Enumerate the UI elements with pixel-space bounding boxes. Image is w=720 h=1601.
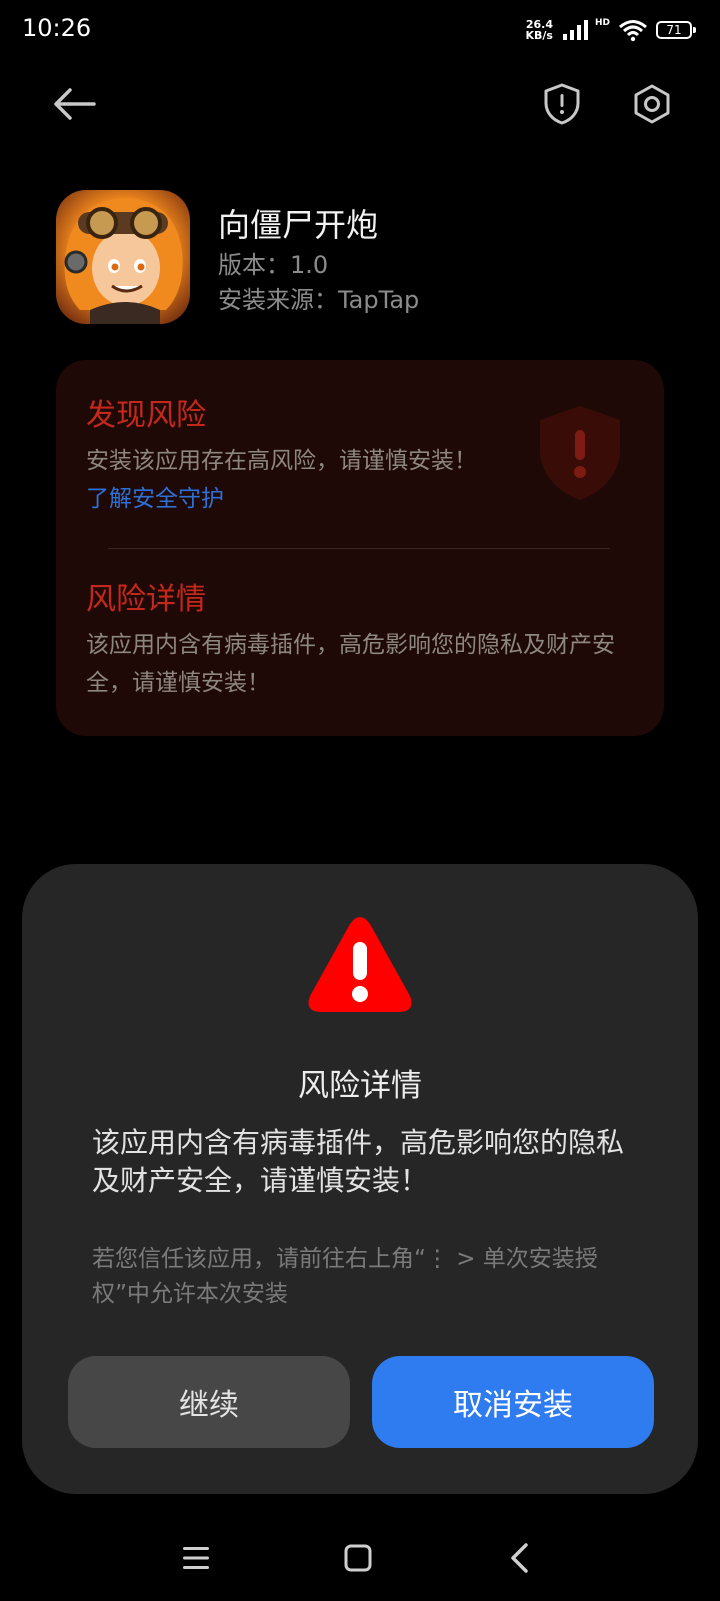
nav-home-button[interactable] xyxy=(328,1532,388,1584)
signal-icon xyxy=(562,20,588,40)
app-icon xyxy=(56,190,190,324)
app-character-image xyxy=(56,190,190,324)
security-button[interactable] xyxy=(534,76,590,132)
hd-label: HD xyxy=(594,18,610,28)
card-divider xyxy=(108,548,610,549)
dialog-note: 若您信任该应用，请前往右上角“⋮ > 单次安装授权”中允许本次安装 xyxy=(92,1246,598,1307)
settings-button[interactable] xyxy=(624,76,680,132)
home-square-icon xyxy=(344,1544,372,1572)
risk-details-text: 该应用内含有病毒插件，高危影响您的隐私及财产安全，请谨慎安装！ xyxy=(86,632,615,696)
status-time: 10:26 xyxy=(22,14,92,42)
risk-message-text: 安装该应用存在高风险，请谨慎安装！ xyxy=(86,448,477,474)
risk-message: 安装该应用存在高风险，请谨慎安装！ 了解安全守护 xyxy=(86,442,486,518)
dialog-title: 风险详情 xyxy=(298,1068,422,1104)
dialog-body: 该应用内含有病毒插件，高危影响您的隐私及财产安全，请谨慎安装！ xyxy=(92,1126,625,1197)
install-source: 安装来源：TapTap xyxy=(218,286,420,314)
back-button[interactable] xyxy=(46,76,102,132)
danger-shield-icon xyxy=(540,406,620,500)
gear-icon xyxy=(634,84,670,124)
continue-button[interactable]: 继续 xyxy=(68,1356,350,1448)
cancel-install-button[interactable]: 取消安装 xyxy=(372,1356,654,1448)
nav-menu-button[interactable] xyxy=(166,1532,226,1584)
network-speed-unit: KB/s xyxy=(525,29,553,42)
risk-card: 发现风险 安装该应用存在高风险，请谨慎安装！ 了解安全守护 风险详情 该应用内含… xyxy=(56,360,664,736)
network-speed: 26.4 KB/s xyxy=(526,19,553,41)
risk-dialog: 风险详情 该应用内含有病毒插件，高危影响您的隐私及财产安全，请谨慎安装！ 若您信… xyxy=(22,864,698,1494)
warning-triangle-icon xyxy=(308,917,412,1012)
app-version: 版本：1.0 xyxy=(218,251,329,279)
nav-back-button[interactable] xyxy=(490,1532,550,1584)
shield-icon xyxy=(544,83,580,125)
chevron-left-icon xyxy=(511,1543,528,1573)
risk-title: 发现风险 xyxy=(86,398,206,433)
risk-details-title: 风险详情 xyxy=(86,582,206,617)
menu-icon xyxy=(183,1547,209,1569)
status-icons: 26.4 KB/s HD 71 xyxy=(526,16,696,44)
wifi-icon xyxy=(619,20,647,42)
learn-security-link[interactable]: 了解安全守护 xyxy=(86,486,224,512)
app-name: 向僵尸开炮 xyxy=(218,206,379,244)
battery-icon: 71 xyxy=(656,21,696,39)
back-arrow-icon xyxy=(54,88,96,120)
